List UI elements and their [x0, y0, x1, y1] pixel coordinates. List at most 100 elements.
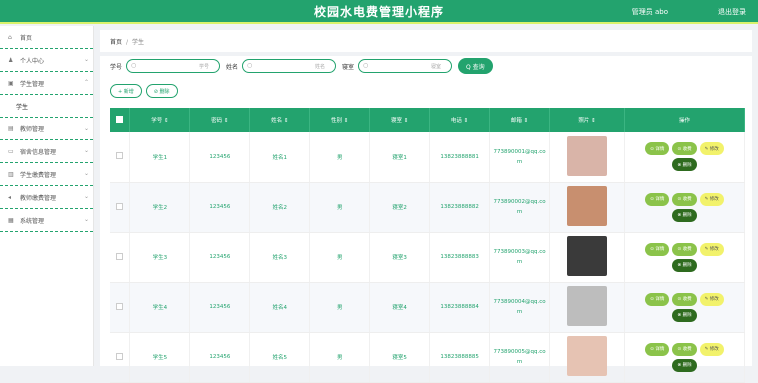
- logout-link[interactable]: 退出登录: [718, 7, 746, 17]
- student-photo: [567, 135, 608, 176]
- row-select[interactable]: [110, 282, 131, 333]
- cell-gender: 男: [309, 182, 371, 233]
- row-delete-button[interactable]: ⊗ 删除: [672, 158, 697, 172]
- email-part: m: [516, 209, 523, 215]
- header-phone[interactable]: 电话 ⇕: [429, 108, 491, 132]
- sidebar-item-label: 首页: [20, 34, 33, 42]
- search-input-id[interactable]: ○ 学号: [126, 59, 221, 73]
- cell-gender: 男: [309, 232, 371, 283]
- breadcrumb-home[interactable]: 首页: [110, 39, 122, 46]
- detail-button[interactable]: ⊙ 详情: [645, 242, 670, 256]
- cell-password: 123456: [189, 282, 251, 333]
- cell-id: 学生3: [129, 232, 191, 283]
- chevron-down-icon: ⌄: [83, 193, 89, 200]
- sidebar-subitem-student[interactable]: 学生: [0, 95, 93, 117]
- row-delete-button[interactable]: ⊗ 删除: [672, 208, 697, 222]
- email-part: 773890002@qq.co: [493, 199, 546, 205]
- row-select[interactable]: [110, 232, 131, 283]
- row-delete-button[interactable]: ⊗ 删除: [672, 358, 697, 372]
- sidebar-item-label: 宿舍信息管理: [20, 148, 57, 156]
- row-delete-button[interactable]: ⊗ 删除: [672, 258, 697, 272]
- sidebar-item-label: 教师缴费管理: [20, 194, 57, 202]
- cell-phone: 13823888885: [429, 332, 491, 383]
- sidebar-item-students[interactable]: ▣ 学生管理 ⌃: [0, 72, 93, 95]
- charge-button[interactable]: ⊙ 收费: [672, 342, 697, 356]
- header-id[interactable]: 学号 ⇕: [129, 108, 191, 132]
- user-icon: ♟: [8, 56, 14, 64]
- charge-button[interactable]: ⊙ 收费: [672, 192, 697, 206]
- header-email[interactable]: 邮箱 ⇕: [489, 108, 551, 132]
- edit-button[interactable]: ✎ 修改: [699, 292, 724, 306]
- header-password[interactable]: 密码 ⇕: [189, 108, 251, 132]
- search-icon: ○: [363, 62, 369, 69]
- detail-button[interactable]: ⊙ 详情: [645, 142, 670, 156]
- header-photo[interactable]: 照片 ⇕: [549, 108, 625, 132]
- sidebar-item-dorms[interactable]: ▭ 宿舍信息管理 ⌄: [0, 140, 93, 163]
- header-select-all[interactable]: [110, 108, 131, 132]
- sidebar-item-teacher-fees[interactable]: ◂ 教师缴费管理 ⌄: [0, 186, 93, 209]
- chevron-down-icon: ⌄: [83, 125, 89, 132]
- send-icon: ◂: [8, 193, 12, 201]
- detail-button[interactable]: ⊙ 详情: [645, 292, 670, 306]
- sidebar-item-label: 系统管理: [20, 217, 45, 225]
- row-checkbox[interactable]: [116, 352, 124, 360]
- cell-name: 姓名3: [249, 232, 311, 283]
- header-name[interactable]: 姓名 ⇕: [249, 108, 311, 132]
- cell-email: 773890005@qq.co m: [489, 332, 551, 383]
- cell-photo: [549, 232, 625, 283]
- edit-button[interactable]: ✎ 修改: [699, 192, 724, 206]
- cell-email: 773890003@qq.co m: [489, 232, 551, 283]
- charge-button[interactable]: ⊙ 收费: [672, 242, 697, 256]
- sidebar-item-teachers[interactable]: ▤ 教师管理 ⌄: [0, 117, 93, 140]
- delete-button[interactable]: ⊘ 删除: [145, 84, 178, 98]
- table-row: 学生3 123456 姓名3 男 寝室3 13823888883 7738900…: [110, 232, 746, 283]
- cell-id: 学生4: [129, 282, 191, 333]
- table-row: 学生5 123456 姓名5 男 寝室5 13823888885 7738900…: [110, 332, 746, 383]
- sidebar-item-home[interactable]: ⌂ 首页: [0, 26, 93, 49]
- header-room[interactable]: 寝室 ⇕: [369, 108, 431, 132]
- search-input-room[interactable]: ○ 寝室: [358, 59, 453, 73]
- header-gender[interactable]: 性别 ⇕: [309, 108, 371, 132]
- charge-button[interactable]: ⊙ 收费: [672, 142, 697, 156]
- row-checkbox[interactable]: [116, 152, 124, 160]
- cell-room: 寝室5: [369, 332, 431, 383]
- row-select[interactable]: [110, 132, 131, 183]
- select-all-checkbox[interactable]: [116, 115, 124, 123]
- search-button[interactable]: Q 查询: [458, 58, 493, 74]
- email-part: m: [516, 359, 523, 365]
- detail-button[interactable]: ⊙ 详情: [645, 192, 670, 206]
- detail-button[interactable]: ⊙ 详情: [645, 342, 670, 356]
- chart-icon: ▥: [8, 170, 14, 178]
- sidebar-item-system[interactable]: ▦ 系统管理 ⌄: [0, 209, 93, 232]
- cell-photo: [549, 132, 625, 183]
- add-button[interactable]: + 新增: [110, 84, 142, 98]
- row-select[interactable]: [110, 182, 131, 233]
- search-icon: ○: [131, 62, 137, 69]
- sidebar-item-label: 教师管理: [20, 126, 45, 133]
- cell-password: 123456: [189, 232, 251, 283]
- row-checkbox[interactable]: [116, 202, 124, 210]
- search-label-id: 学号: [110, 63, 123, 71]
- row-checkbox[interactable]: [116, 302, 124, 310]
- sidebar-item-label: 学生缴费管理: [20, 171, 57, 179]
- system-icon: ▦: [8, 216, 14, 224]
- row-delete-button[interactable]: ⊗ 删除: [672, 308, 697, 322]
- email-part: 773890003@qq.co: [493, 249, 546, 255]
- charge-button[interactable]: ⊙ 收费: [672, 292, 697, 306]
- row-checkbox[interactable]: [116, 252, 124, 260]
- edit-button[interactable]: ✎ 修改: [699, 142, 724, 156]
- cell-password: 123456: [189, 182, 251, 233]
- search-placeholder-id: 学号: [199, 64, 210, 70]
- row-select[interactable]: [110, 332, 131, 383]
- sidebar-item-profile[interactable]: ♟ 个人中心 ⌄: [0, 49, 93, 72]
- search-input-name[interactable]: ○ 姓名: [242, 59, 337, 73]
- edit-button[interactable]: ✎ 修改: [699, 242, 724, 256]
- sidebar-item-student-fees[interactable]: ▥ 学生缴费管理 ⌄: [0, 163, 93, 186]
- edit-button[interactable]: ✎ 修改: [699, 342, 724, 356]
- search-placeholder-room: 寝室: [431, 64, 442, 70]
- student-photo: [567, 186, 608, 226]
- cell-room: 寝室1: [369, 132, 431, 183]
- breadcrumb-current: 学生: [132, 39, 145, 46]
- email-part: 773890001@qq.co: [493, 148, 546, 155]
- cell-password: 123456: [189, 132, 251, 183]
